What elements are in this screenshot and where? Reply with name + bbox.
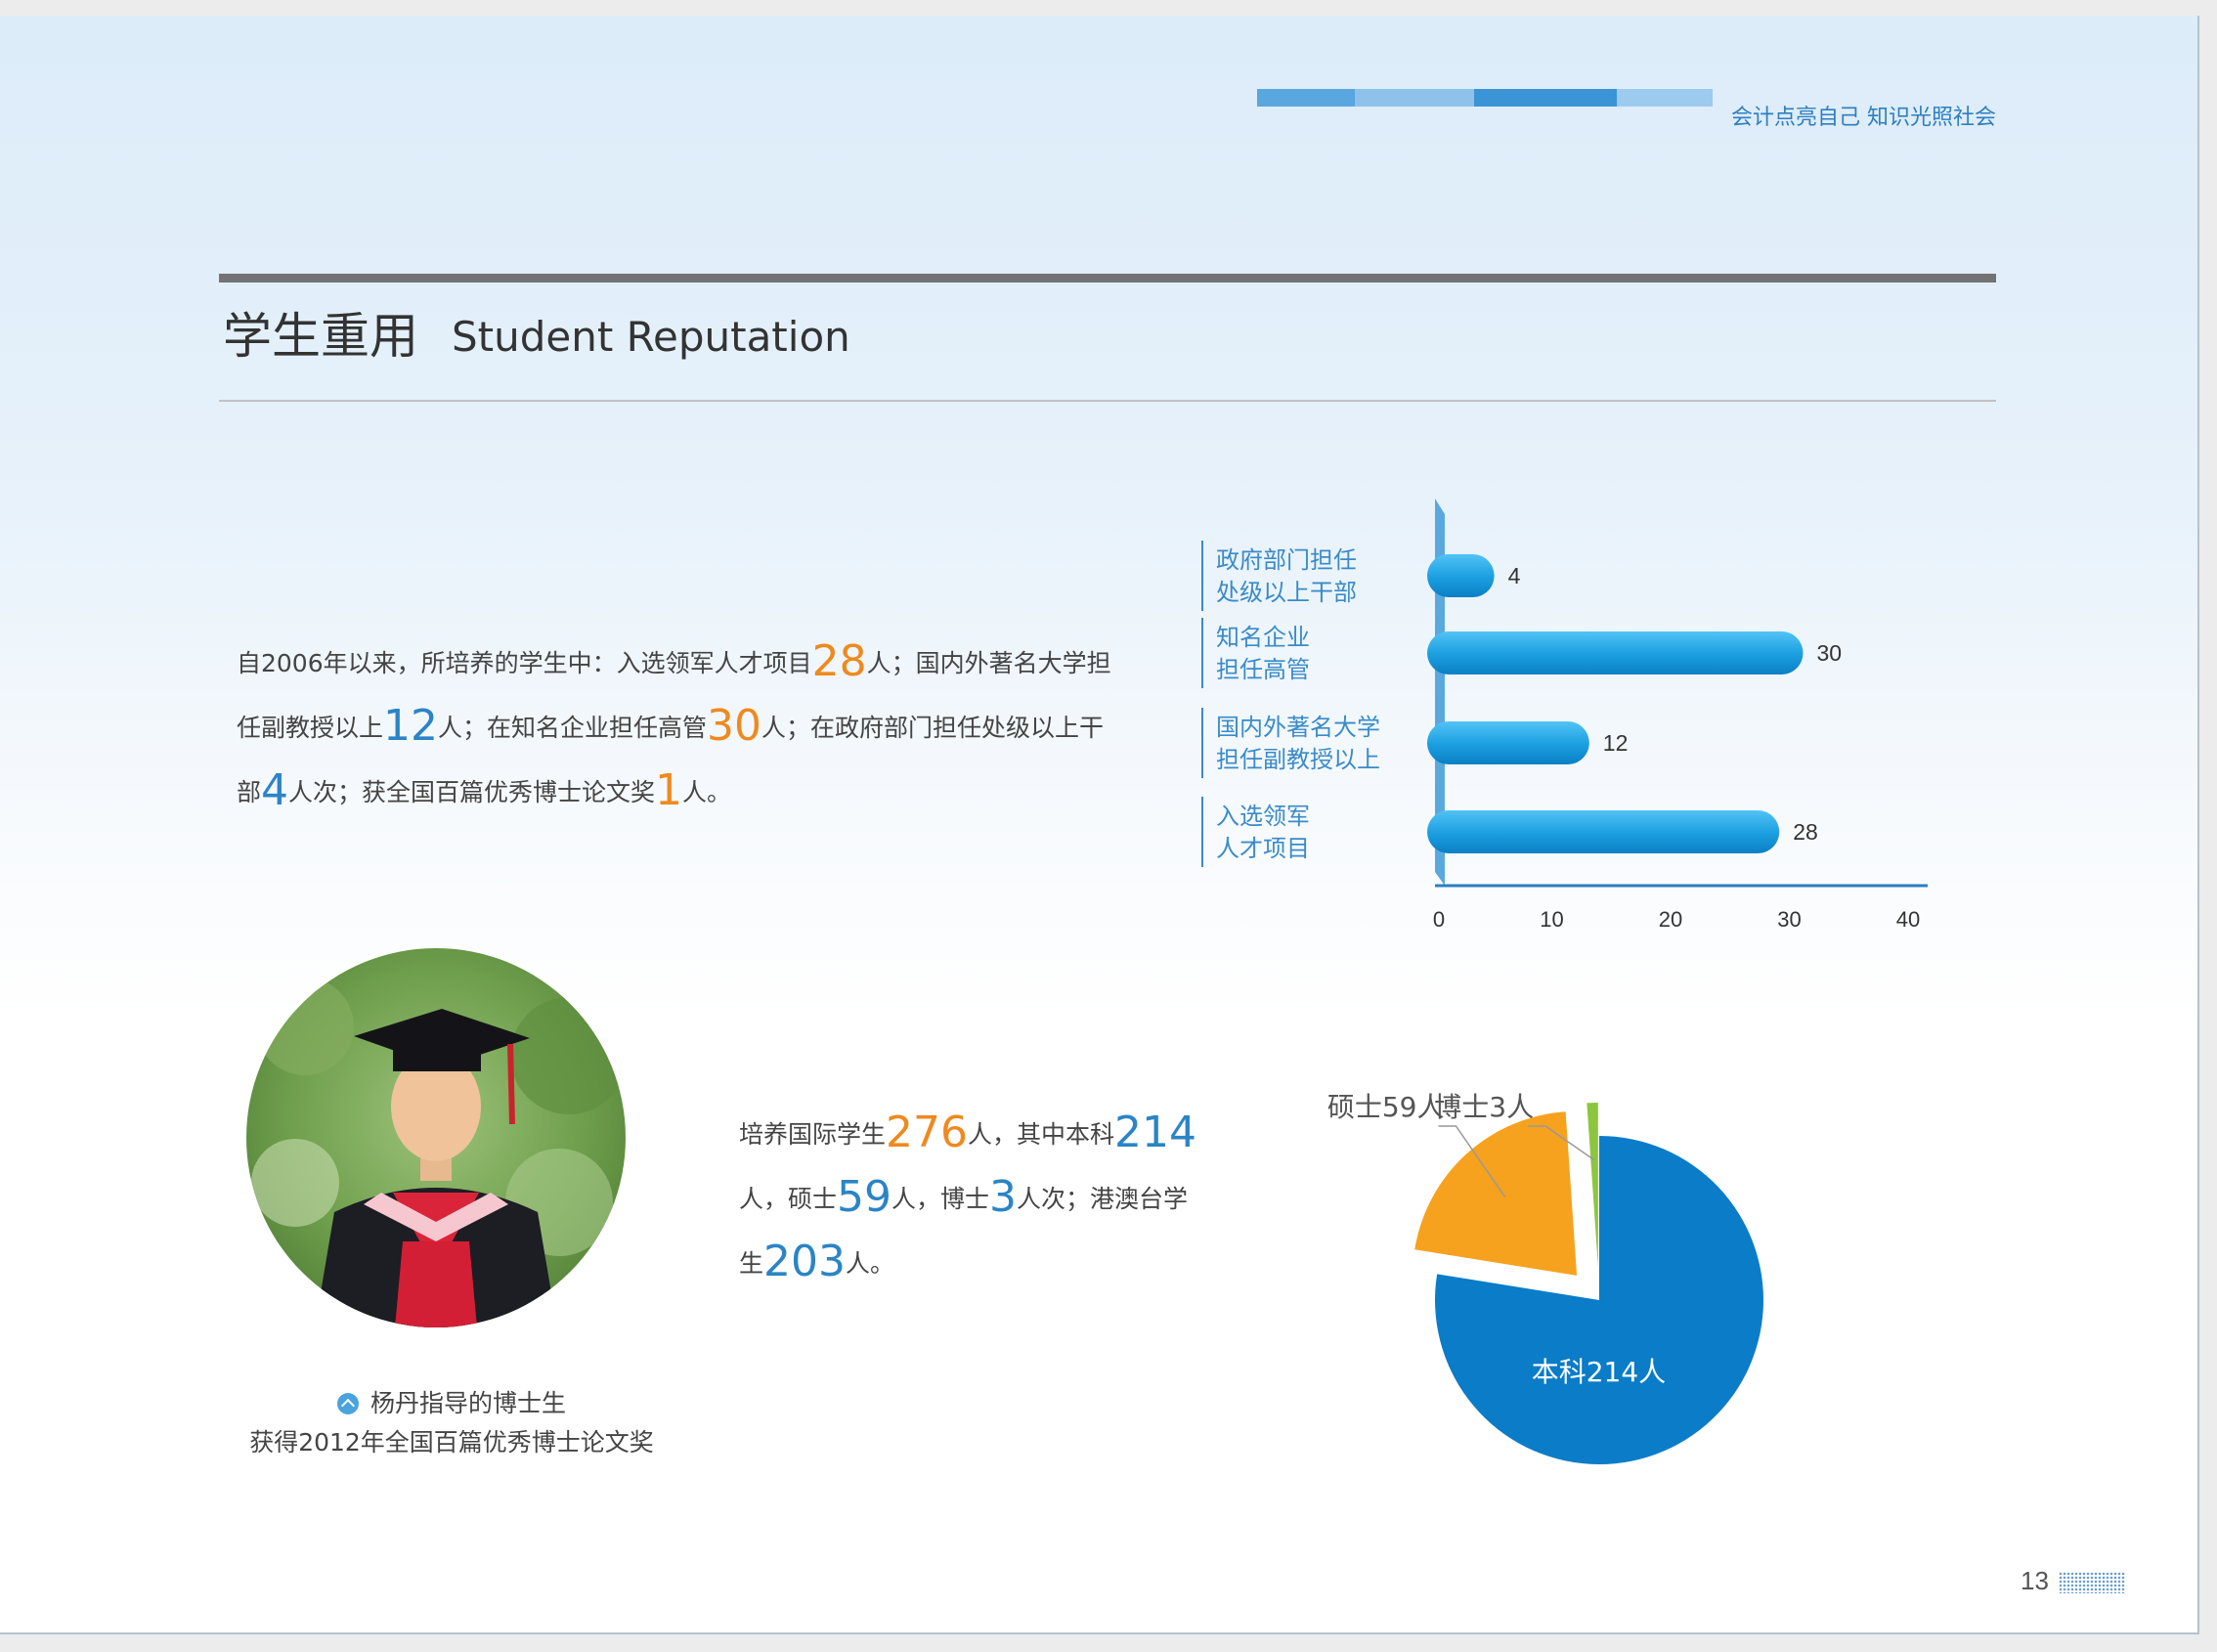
section-title-en: Student Reputation [452, 313, 850, 361]
stat-number: 3 [989, 1172, 1018, 1222]
category-label: 人才项目 [1216, 835, 1310, 862]
category-label: 担任副教授以上 [1216, 746, 1380, 773]
text: 人，博士 [891, 1185, 990, 1213]
pie-slice-label: 本科214人 [1532, 1356, 1666, 1388]
graduate-photo [246, 948, 626, 1327]
header-bar-segment [1257, 89, 1355, 107]
paragraph-line: 任副教授以上12人；在知名企业担任高管30人；在政府部门担任处级以上干 [237, 696, 1111, 761]
text: 人；在政府部门担任处级以上干 [761, 714, 1105, 742]
chevron-up-icon [336, 1393, 359, 1414]
stat-number: 28 [811, 636, 867, 686]
stat-number: 203 [763, 1237, 846, 1286]
section-divider-thick [219, 274, 1996, 283]
bar-value-label: 30 [1817, 640, 1843, 666]
bar [1427, 721, 1589, 764]
stat-number: 276 [886, 1108, 968, 1157]
pie-slice [1414, 1111, 1578, 1276]
page-number: 13 [2021, 1566, 2049, 1595]
text: 人次；港澳台学 [1017, 1185, 1189, 1213]
text: 人，其中本科 [968, 1120, 1115, 1149]
text: 任副教授以上 [237, 714, 384, 742]
pie-slice-label: 博士3人 [1434, 1091, 1534, 1123]
text: 人次；获全国百篇优秀博士论文奖 [288, 778, 656, 806]
category-label: 担任高管 [1216, 656, 1310, 683]
stat-number: 59 [837, 1172, 892, 1222]
caption-text: 获得2012年全国百篇优秀博士论文奖 [249, 1428, 654, 1456]
section-title-cn: 学生重用 [223, 308, 418, 365]
pie-slice [1587, 1103, 1598, 1268]
stat-number: 1 [655, 765, 683, 815]
header-bar-segment [1474, 89, 1617, 107]
header-slogan: 会计点亮自己 知识光照社会 [1731, 106, 1996, 130]
text: 部 [237, 778, 262, 806]
stat-number: 4 [261, 765, 289, 815]
bar-value-label: 12 [1603, 730, 1629, 756]
bar [1427, 810, 1780, 853]
header-bar-segment [1617, 89, 1713, 107]
bar [1427, 554, 1495, 597]
x-tick-label: 0 [1433, 907, 1445, 932]
caption-text: 杨丹指导的博士生 [370, 1389, 566, 1417]
text: 人，硕士 [739, 1185, 838, 1213]
section-divider-thin [219, 400, 1996, 402]
text: 人。 [846, 1249, 895, 1278]
page-number-pattern [2059, 1572, 2125, 1593]
international-students-paragraph: 培养国际学生276人，其中本科214 人，硕士59人，博士3人次；港澳台学 生2… [739, 1103, 1196, 1296]
x-tick-label: 30 [1777, 907, 1801, 932]
x-tick-label: 20 [1659, 907, 1682, 932]
photo-caption: 杨丹指导的博士生 获得2012年全国百篇优秀博士论文奖 [246, 1384, 657, 1462]
achievement-paragraph: 自2006年以来，所培养的学生中：入选领军人才项目28人；国内外著名大学担 任副… [237, 631, 1111, 825]
stat-number: 12 [383, 701, 439, 751]
text: 生 [739, 1249, 764, 1278]
bar-value-label: 4 [1508, 563, 1521, 588]
stat-number: 214 [1114, 1108, 1196, 1157]
text: 人。 [682, 778, 732, 806]
category-label: 政府部门担任 [1216, 546, 1357, 574]
career-bar-chart: 4 政府部门担任处级以上干部 30 知名企业担任高管 12 国内外著名大学担任副教授以上 2… [1201, 499, 1928, 932]
paragraph-line: 自2006年以来，所培养的学生中：入选领军人才项目28人；国内外著名大学担 [237, 631, 1111, 696]
text: 自2006年以来，所培养的学生中：入选领军人才项目 [237, 649, 812, 677]
x-tick-label: 10 [1540, 907, 1563, 932]
category-label: 入选领军 [1216, 803, 1310, 830]
paragraph-line: 部4人次；获全国百篇优秀博士论文奖1人。 [237, 761, 1111, 825]
paragraph-line: 生203人。 [739, 1232, 1196, 1296]
stat-number: 30 [707, 701, 762, 751]
brochure-page: 会计点亮自己 知识光照社会 学生重用 Student Reputation 自2… [0, 16, 2199, 1634]
category-label: 处级以上干部 [1216, 579, 1357, 606]
header-bar-segment [1355, 89, 1474, 107]
text: 人；国内外著名大学担 [866, 649, 1111, 677]
category-label: 国内外著名大学 [1216, 714, 1380, 741]
paragraph-line: 培养国际学生276人，其中本科214 [739, 1103, 1196, 1167]
bar-value-label: 28 [1793, 819, 1818, 845]
students-pie-chart: 本科214人 硕士59人博士3人 [1327, 1091, 1763, 1464]
pie-slice-label: 硕士59人 [1327, 1091, 1445, 1123]
x-tick-label: 40 [1896, 907, 1920, 932]
text: 人；在知名企业担任高管 [438, 714, 708, 742]
caption-line: 杨丹指导的博士生 [246, 1384, 657, 1423]
category-label: 知名企业 [1216, 624, 1310, 651]
bar [1427, 631, 1804, 674]
text: 培养国际学生 [739, 1120, 887, 1149]
paragraph-line: 人，硕士59人，博士3人次；港澳台学 [739, 1167, 1196, 1232]
